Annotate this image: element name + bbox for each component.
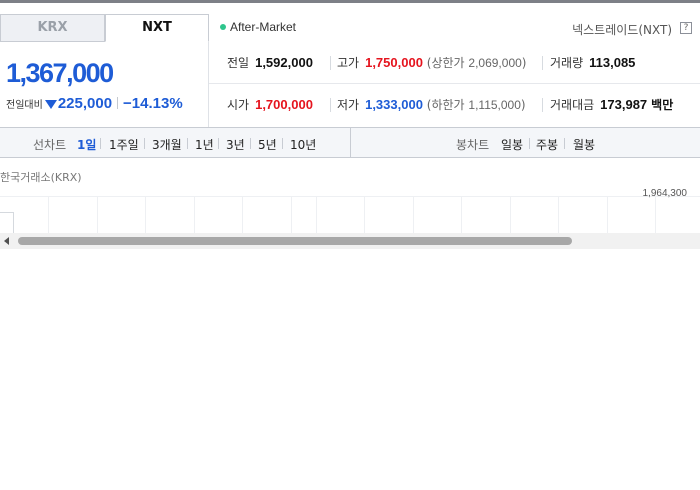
- stat-prev-close: 전일 1,592,000: [227, 54, 313, 71]
- period-3y[interactable]: 3년: [226, 136, 245, 153]
- divider: [529, 138, 530, 149]
- period-10y[interactable]: 10년: [290, 136, 316, 153]
- change-value: 225,000: [57, 95, 113, 112]
- stat-label: 저가: [337, 98, 360, 112]
- divider: [100, 138, 101, 149]
- session-label: After-Market: [230, 20, 297, 34]
- stat-amount: 거래대금 173,987 백만: [550, 96, 673, 113]
- lower-limit: (하한가 1,115,000): [427, 98, 526, 112]
- lower-limit-value: 1,115,000: [468, 98, 521, 112]
- stat-open: 시가 1,700,000: [227, 96, 313, 113]
- stat-label: 전일: [227, 56, 250, 70]
- chart-frame: [0, 212, 14, 234]
- divider: [187, 138, 188, 149]
- paren: ): [521, 56, 527, 70]
- paren: ): [520, 98, 526, 112]
- lower-limit-label: (하한가: [426, 98, 465, 112]
- scroll-left-icon[interactable]: [4, 237, 9, 245]
- divider: [282, 138, 283, 149]
- grid-line: [242, 197, 243, 233]
- session-status: After-Market: [220, 20, 296, 34]
- grid-line: [461, 197, 462, 233]
- period-3m[interactable]: 3개월: [152, 136, 182, 153]
- change-label: 전일대비: [6, 100, 43, 111]
- exchange-name: 넥스트레이드(NXT): [572, 23, 672, 37]
- stat-volume: 거래량 113,085: [550, 54, 635, 71]
- divider: [542, 56, 543, 70]
- tab-krx[interactable]: KRX: [0, 14, 105, 42]
- grid-line: [655, 197, 656, 233]
- stat-value: 1,750,000: [365, 55, 423, 70]
- grid-line: [558, 197, 559, 233]
- divider: [330, 98, 331, 112]
- stat-value: 1,700,000: [255, 97, 313, 112]
- stat-unit: 백만: [651, 98, 674, 112]
- down-arrow-icon: [44, 100, 57, 109]
- grid-line: [48, 197, 49, 233]
- scrollbar-thumb[interactable]: [18, 237, 572, 245]
- divider: [542, 98, 543, 112]
- divider: [144, 138, 145, 149]
- stat-label: 시가: [227, 98, 250, 112]
- upper-limit-value: 2,069,000: [468, 56, 522, 70]
- upper-limit-label: (상한가: [426, 56, 465, 70]
- period-1w[interactable]: 1주일: [109, 136, 139, 153]
- grid-line: [413, 197, 414, 233]
- period-1y[interactable]: 1년: [195, 136, 214, 153]
- chart-period-bar: 선차트 1일 1주일 3개월 1년 3년 5년 10년 봉차트 일봉 주봉 월봉: [0, 127, 700, 158]
- top-border: [0, 0, 700, 3]
- stat-value: 1,333,000: [365, 97, 423, 112]
- divider: [117, 97, 119, 109]
- grid-line: [291, 197, 292, 233]
- divider: [330, 56, 331, 70]
- stats-row-2: 시가 1,700,000 저가 1,333,000 (하한가 1,115,000) …: [209, 84, 700, 126]
- candle-chart-label: 봉차트: [456, 138, 490, 152]
- candle-weekly[interactable]: 주봉: [536, 136, 558, 153]
- upper-limit: (상한가 2,069,000): [427, 56, 527, 70]
- stat-label: 고가: [337, 56, 360, 70]
- candle-daily[interactable]: 일봉: [501, 136, 523, 153]
- period-5y[interactable]: 5년: [258, 136, 277, 153]
- stat-low: 저가 1,333,000 (하한가 1,115,000): [337, 96, 526, 113]
- stat-value: 113,085: [589, 55, 636, 70]
- stat-high: 고가 1,750,000 (상한가 2,069,000): [337, 54, 526, 71]
- divider: [564, 138, 565, 149]
- price-summary: 1,367,000 전일대비 225,000 −14.13%: [0, 42, 209, 127]
- change-line: 전일대비 225,000 −14.13%: [6, 93, 183, 112]
- change-rate: −14.13%: [123, 95, 183, 112]
- current-price: 1,367,000: [6, 58, 114, 88]
- grid-line: [316, 197, 317, 233]
- status-dot-icon: [220, 24, 226, 30]
- grid-line: [0, 196, 700, 197]
- stats-row-1: 전일 1,592,000 고가 1,750,000 (상한가 2,069,000) …: [209, 42, 700, 84]
- grid-line: [145, 197, 146, 233]
- divider: [250, 138, 251, 149]
- stat-value: 1,592,000: [255, 55, 313, 70]
- grid-line: [364, 197, 365, 233]
- divider: [218, 138, 219, 149]
- tab-nxt[interactable]: NXT: [105, 14, 209, 42]
- chart-source: 한국거래소(KRX): [0, 171, 82, 184]
- divider: [350, 128, 351, 157]
- question-icon[interactable]: ?: [680, 22, 692, 34]
- grid-line: [97, 197, 98, 233]
- line-chart-label: 선차트: [33, 138, 67, 152]
- stat-label: 거래량: [550, 56, 584, 70]
- stat-label: 거래대금: [550, 98, 595, 112]
- grid-line: [607, 197, 608, 233]
- horizontal-scrollbar[interactable]: [0, 233, 700, 249]
- grid-line: [194, 197, 195, 233]
- y-axis-tick: 1,964,300: [642, 188, 688, 199]
- stat-value: 173,987: [600, 97, 648, 112]
- candle-monthly[interactable]: 월봉: [573, 136, 595, 153]
- grid-line: [510, 197, 511, 233]
- period-1d[interactable]: 1일: [77, 136, 96, 153]
